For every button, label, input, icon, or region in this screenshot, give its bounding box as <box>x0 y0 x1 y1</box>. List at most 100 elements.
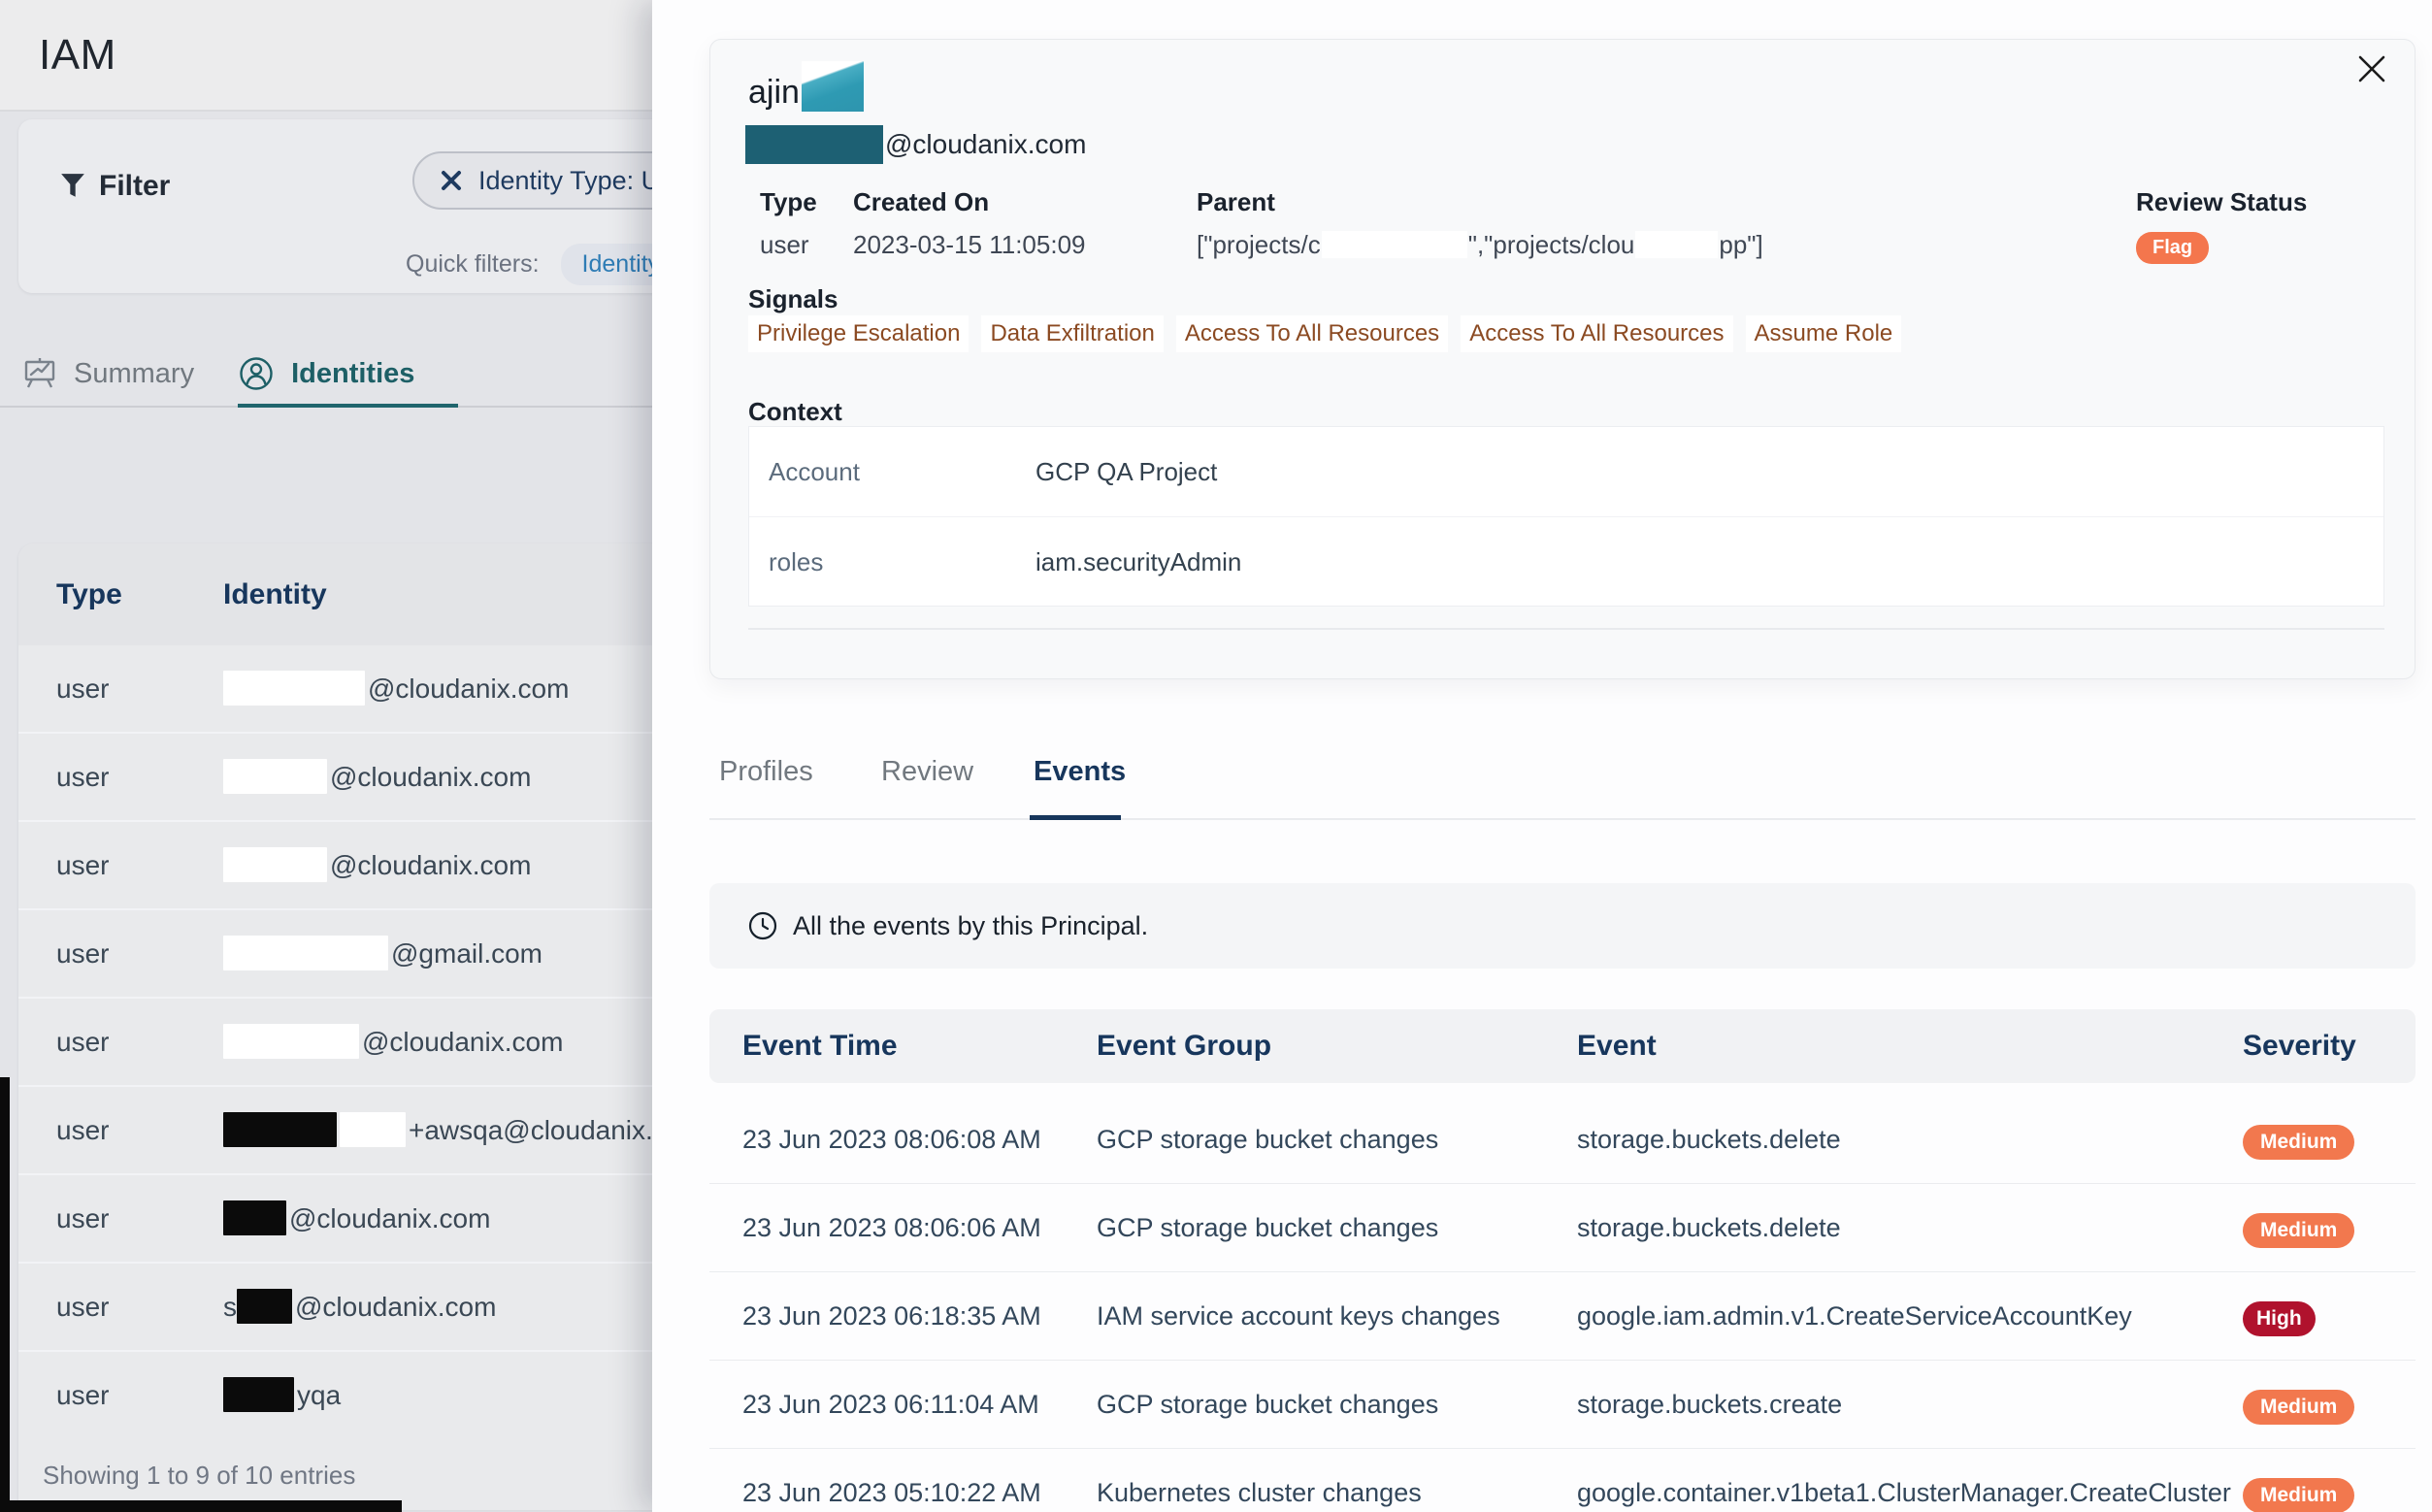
signal-chip[interactable]: Access To All Resources <box>1461 315 1732 352</box>
context-key: roles <box>769 517 823 607</box>
cell-type: user <box>56 910 109 997</box>
cell-type: user <box>56 822 109 908</box>
identity-email: @cloudanix.com <box>745 125 1086 164</box>
cell-identity: @cloudanix.com <box>223 734 531 820</box>
filter-icon <box>60 173 85 200</box>
cell-type: user <box>56 1087 109 1173</box>
created-on-label: Created On <box>853 187 989 217</box>
detail-tabs: Profiles Review Events <box>709 750 2416 820</box>
flag-badge[interactable]: Flag <box>2136 232 2209 264</box>
clock-icon <box>747 910 778 941</box>
severity-badge: Medium <box>2243 1390 2354 1425</box>
redaction-strip-bottom <box>0 1500 402 1512</box>
signal-chip[interactable]: Access To All Resources <box>1176 315 1448 352</box>
redaction-box <box>223 1200 286 1235</box>
cell-identity: yqa <box>223 1352 341 1438</box>
column-header-event-time: Event Time <box>742 1009 898 1083</box>
signal-chip[interactable]: Assume Role <box>1746 315 1902 352</box>
active-tab-underline <box>238 404 458 408</box>
redaction-box <box>223 759 327 794</box>
created-on-value: 2023-03-15 11:05:09 <box>853 230 1086 260</box>
cell-type: user <box>56 645 109 732</box>
quick-filters-label: Quick filters: <box>406 250 540 279</box>
event-row[interactable]: 23 Jun 2023 05:10:22 AM Kubernetes clust… <box>709 1449 2416 1512</box>
context-key: Account <box>769 427 860 516</box>
cell-type: user <box>56 1264 109 1350</box>
event-time: 23 Jun 2023 05:10:22 AM <box>742 1449 1041 1512</box>
column-header-event: Event <box>1577 1009 1657 1083</box>
page-title: IAM <box>39 31 116 80</box>
column-header-event-group: Event Group <box>1097 1009 1271 1083</box>
event-row[interactable]: 23 Jun 2023 06:11:04 AM GCP storage buck… <box>709 1361 2416 1449</box>
redaction-box <box>223 1377 294 1412</box>
cell-identity: @cloudanix.com <box>223 645 569 732</box>
severity-cell: Medium <box>2243 1184 2354 1272</box>
tab-identities[interactable]: Identities <box>238 342 458 406</box>
severity-cell: High <box>2243 1272 2316 1361</box>
filter-label: Filter <box>99 170 170 203</box>
filter-header[interactable]: Filter <box>60 170 170 203</box>
card-divider <box>748 628 2384 630</box>
event-group: GCP storage bucket changes <box>1097 1361 1438 1449</box>
signal-chip[interactable]: Privilege Escalation <box>748 315 969 352</box>
redaction-box <box>223 936 388 970</box>
event-time: 23 Jun 2023 08:06:08 AM <box>742 1096 1041 1184</box>
cell-type: user <box>56 1175 109 1262</box>
signal-chip[interactable]: Data Exfiltration <box>981 315 1163 352</box>
identity-detail-drawer: ajin @cloudanix.com Type Created On Pare… <box>652 0 2432 1512</box>
event-name: google.container.v1beta1.ClusterManager.… <box>1577 1449 2231 1512</box>
tab-summary[interactable]: Summary <box>22 342 238 406</box>
event-time: 23 Jun 2023 08:06:06 AM <box>742 1184 1041 1272</box>
identity-summary-card: ajin @cloudanix.com Type Created On Pare… <box>709 39 2416 679</box>
redaction-box <box>340 1112 406 1147</box>
context-row-roles: roles iam.securityAdmin <box>749 516 2383 606</box>
column-header-severity: Severity <box>2243 1009 2356 1083</box>
event-name: google.iam.admin.v1.CreateServiceAccount… <box>1577 1272 2132 1361</box>
cell-identity: @cloudanix.com <box>223 822 531 908</box>
type-label: Type <box>760 187 817 217</box>
email-redaction-box <box>745 125 883 164</box>
tab-profiles[interactable]: Profiles <box>719 756 813 788</box>
events-rows: 23 Jun 2023 08:06:08 AM GCP storage buck… <box>709 1096 2416 1512</box>
cell-identity: @gmail.com <box>223 910 542 997</box>
redaction-box <box>1322 231 1467 258</box>
tab-events[interactable]: Events <box>1034 756 1126 788</box>
signals-list: Privilege Escalation Data Exfiltration A… <box>748 315 1901 352</box>
event-row[interactable]: 23 Jun 2023 08:06:08 AM GCP storage buck… <box>709 1096 2416 1184</box>
event-row[interactable]: 23 Jun 2023 08:06:06 AM GCP storage buck… <box>709 1184 2416 1272</box>
event-name: storage.buckets.delete <box>1577 1184 1841 1272</box>
parent-value: ["projects/c","projects/cloupp"] <box>1197 230 1763 262</box>
cell-type: user <box>56 999 109 1085</box>
cell-identity: @cloudanix.com <box>223 999 563 1085</box>
event-row[interactable]: 23 Jun 2023 06:18:35 AM IAM service acco… <box>709 1272 2416 1361</box>
redaction-box <box>223 1112 337 1147</box>
events-table-header: Event Time Event Group Event Severity <box>709 1009 2416 1083</box>
severity-cell: Medium <box>2243 1361 2354 1449</box>
cell-identity: +awsqa@cloudanix.com <box>223 1087 705 1173</box>
severity-cell: Medium <box>2243 1096 2354 1184</box>
severity-badge: Medium <box>2243 1213 2354 1248</box>
context-table: Account GCP QA Project roles iam.securit… <box>748 426 2384 607</box>
events-banner: All the events by this Principal. <box>709 883 2416 969</box>
context-label: Context <box>748 397 842 427</box>
review-status-value: Flag <box>2136 230 2209 264</box>
context-row-account: Account GCP QA Project <box>749 427 2383 516</box>
cell-type: user <box>56 1352 109 1438</box>
tab-review[interactable]: Review <box>881 756 973 788</box>
signals-label: Signals <box>748 284 838 314</box>
event-group: IAM service account keys changes <box>1097 1272 1500 1361</box>
event-name: storage.buckets.create <box>1577 1361 1842 1449</box>
tab-summary-label: Summary <box>74 358 194 390</box>
column-header-identity: Identity <box>223 543 327 645</box>
chip-close-icon[interactable] <box>440 169 463 192</box>
close-icon[interactable] <box>2352 49 2391 88</box>
iam-screen: IAM Filter Identity Type: Us Quick fi <box>0 0 2432 1512</box>
chip-label: Identity Type: Us <box>478 166 674 196</box>
redaction-box <box>223 847 327 882</box>
severity-badge: Medium <box>2243 1125 2354 1160</box>
event-group: GCP storage bucket changes <box>1097 1184 1438 1272</box>
active-tab-underline <box>1030 815 1121 820</box>
event-time: 23 Jun 2023 06:11:04 AM <box>742 1361 1039 1449</box>
severity-badge: Medium <box>2243 1478 2354 1512</box>
cell-type: user <box>56 734 109 820</box>
